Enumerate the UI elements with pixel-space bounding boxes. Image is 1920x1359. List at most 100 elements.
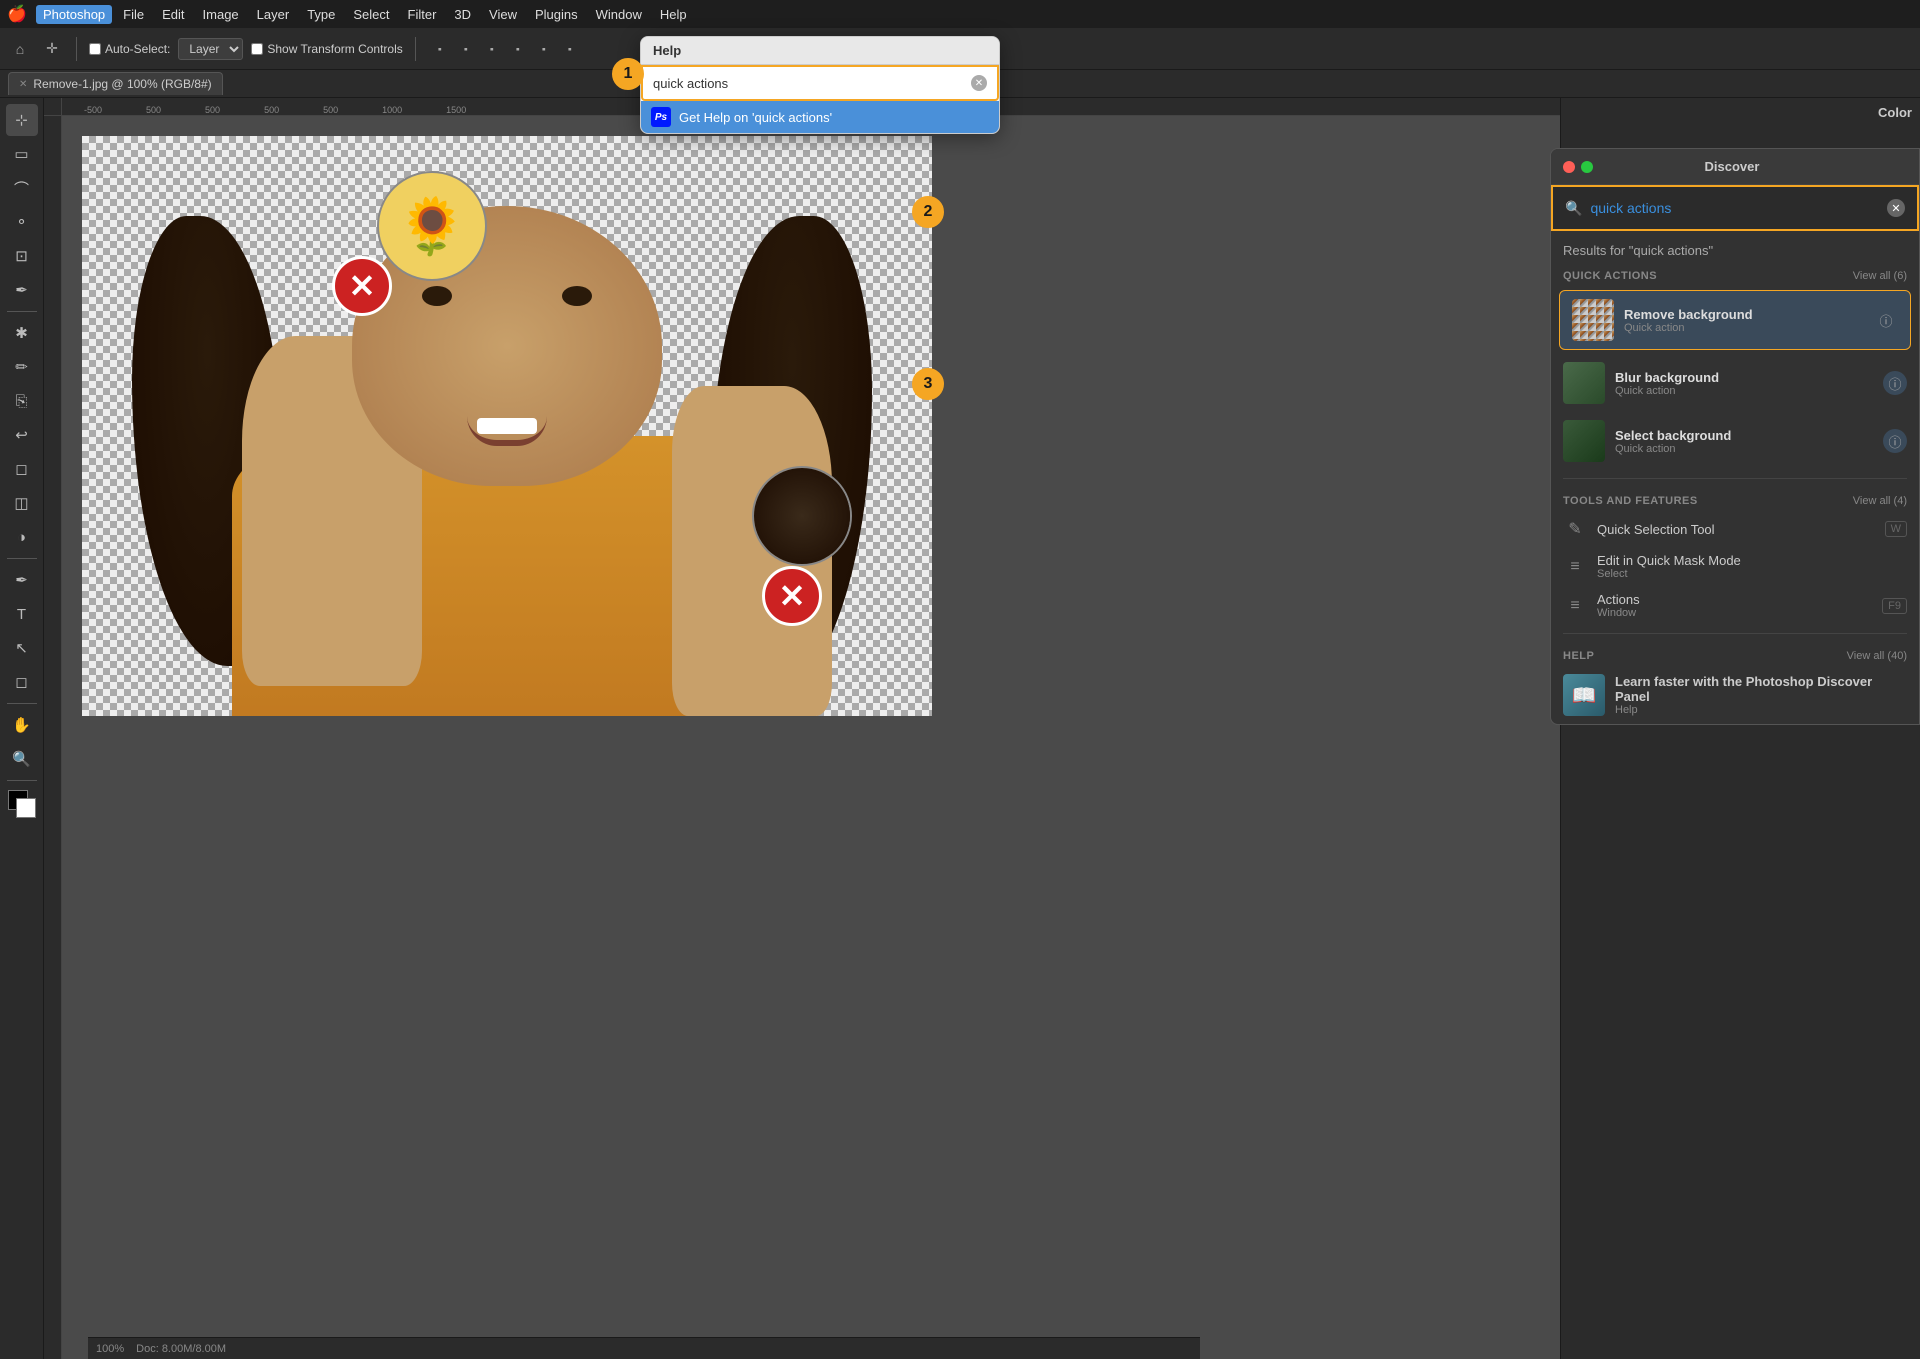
tab-close-icon[interactable]: ✕ — [19, 79, 27, 90]
align-top-icon[interactable]: ⬝ — [506, 37, 530, 61]
menu-file[interactable]: File — [116, 5, 151, 24]
help-search-clear-icon[interactable]: ✕ — [971, 75, 987, 91]
discover-search-input[interactable] — [1590, 200, 1879, 216]
move-tool[interactable]: ⊹ — [6, 104, 38, 136]
transform-checkbox[interactable]: Show Transform Controls — [251, 42, 402, 56]
ruler-ticks: -500 500 500 500 500 1000 1500 — [80, 98, 510, 115]
lasso-tool[interactable]: ⌒ — [6, 172, 38, 204]
ruler-tick: 1000 — [382, 105, 402, 115]
healing-brush-tool[interactable]: ✱ — [6, 317, 38, 349]
discover-results-label: Results for "quick actions" — [1551, 231, 1919, 262]
eraser-tool[interactable]: ◻ — [6, 453, 38, 485]
blur-bg-sub: Quick action — [1615, 385, 1873, 397]
crop-tool[interactable]: ⊡ — [6, 240, 38, 272]
rectangular-marquee-tool[interactable]: ▭ — [6, 138, 38, 170]
help-thumb: 📖 — [1563, 674, 1605, 716]
ruler-corner — [44, 98, 62, 116]
apple-logo-icon[interactable]: 🍎 — [8, 5, 26, 23]
canvas-container: -500 500 500 500 500 1000 1500 — [44, 98, 1560, 1359]
discover-panel: Discover 🔍 ✕ Results for "quick actions"… — [1550, 148, 1920, 725]
document-tab[interactable]: ✕ Remove-1.jpg @ 100% (RGB/8#) — [8, 72, 223, 95]
auto-select-input[interactable] — [89, 43, 101, 55]
help-result-item[interactable]: Ps Get Help on 'quick actions' — [641, 101, 999, 133]
blur-bg-title: Blur background — [1615, 370, 1873, 385]
auto-select-label: Auto-Select: — [105, 42, 170, 56]
menu-image[interactable]: Image — [196, 5, 246, 24]
quick-selection-tool-text: Quick Selection Tool — [1597, 522, 1875, 537]
brush-tool[interactable]: ✏ — [6, 351, 38, 383]
help-result-label: Get Help on 'quick actions' — [679, 110, 832, 125]
hand-tool[interactable]: ✋ — [6, 709, 38, 741]
menu-3d[interactable]: 3D — [447, 5, 478, 24]
move-tool-icon[interactable]: ✛ — [40, 37, 64, 61]
ruler-tick: 500 — [264, 105, 279, 115]
menu-help[interactable]: Help — [653, 5, 694, 24]
home-icon[interactable]: ⌂ — [8, 37, 32, 61]
color-swatch[interactable] — [8, 790, 36, 818]
menu-type[interactable]: Type — [300, 5, 342, 24]
menu-filter[interactable]: Filter — [401, 5, 444, 24]
quick-selection-tool-item[interactable]: ✎ Quick Selection Tool W — [1551, 511, 1919, 547]
actions-item[interactable]: ≡ Actions Window F9 — [1551, 586, 1919, 625]
remove-bg-info-button[interactable]: ⓘ — [1874, 308, 1898, 332]
background-color[interactable] — [16, 798, 36, 818]
layer-select[interactable]: Layer — [178, 38, 243, 60]
align-center-h-icon[interactable]: ⬝ — [454, 37, 478, 61]
transform-label: Show Transform Controls — [267, 42, 402, 56]
menu-plugins[interactable]: Plugins — [528, 5, 585, 24]
ruler-tick: 500 — [146, 105, 161, 115]
view-all-tools[interactable]: View all (4) — [1853, 495, 1907, 507]
ruler-tick: 1500 — [446, 105, 466, 115]
maximize-button[interactable] — [1581, 161, 1593, 173]
menu-edit[interactable]: Edit — [155, 5, 191, 24]
actions-shortcut: F9 — [1882, 598, 1907, 614]
transform-input[interactable] — [251, 43, 263, 55]
menu-layer[interactable]: Layer — [250, 5, 297, 24]
ruler-tick: 500 — [205, 105, 220, 115]
discover-search-clear-icon[interactable]: ✕ — [1887, 199, 1905, 217]
pen-tool[interactable]: ✒ — [6, 564, 38, 596]
close-button[interactable] — [1563, 161, 1575, 173]
clone-stamp-tool[interactable]: ⎘ — [6, 385, 38, 417]
discover-item-blur-background[interactable]: Blur background Quick action ⓘ — [1551, 354, 1919, 412]
toolbar-divider-2 — [415, 37, 416, 61]
gradient-tool[interactable]: ◫ — [6, 487, 38, 519]
discover-help-item[interactable]: 📖 Learn faster with the Photoshop Discov… — [1551, 666, 1919, 724]
align-center-v-icon[interactable]: ⬝ — [532, 37, 556, 61]
discover-item-remove-background[interactable]: Remove background Quick action ⓘ — [1559, 290, 1911, 350]
actions-text: Actions Window — [1597, 592, 1872, 619]
view-all-help[interactable]: View all (40) — [1847, 650, 1907, 662]
align-right-icon[interactable]: ⬝ — [480, 37, 504, 61]
discover-item-select-background[interactable]: Select background Quick action ⓘ — [1551, 412, 1919, 470]
annotation-badge-2: 2 — [912, 196, 944, 228]
zoom-tool[interactable]: 🔍 — [6, 743, 38, 775]
remove-bg-text: Remove background Quick action — [1624, 307, 1864, 334]
menu-photoshop[interactable]: Photoshop — [36, 5, 112, 24]
dodge-tool[interactable]: ◑ — [6, 521, 38, 553]
quick-mask-icon: ≡ — [1563, 555, 1587, 579]
quick-mask-mode-item[interactable]: ≡ Edit in Quick Mask Mode Select — [1551, 547, 1919, 586]
align-left-icon[interactable]: ⬝ — [428, 37, 452, 61]
help-popup-title: Help — [641, 37, 999, 65]
help-search-input[interactable] — [653, 76, 965, 91]
hair-circle — [752, 466, 852, 566]
menu-window[interactable]: Window — [589, 5, 649, 24]
text-tool[interactable]: T — [6, 598, 38, 630]
status-bar: 100% Doc: 8.00M/8.00M — [88, 1337, 1200, 1359]
eyedropper-tool[interactable]: ✒ — [6, 274, 38, 306]
menu-view[interactable]: View — [482, 5, 524, 24]
blur-bg-info-button[interactable]: ⓘ — [1883, 371, 1907, 395]
view-all-quick-actions[interactable]: View all (6) — [1853, 270, 1907, 282]
align-bottom-icon[interactable]: ⬝ — [558, 37, 582, 61]
discover-panel-title: Discover — [1705, 159, 1760, 174]
menu-select[interactable]: Select — [346, 5, 396, 24]
actions-icon: ≡ — [1563, 594, 1587, 618]
auto-select-checkbox[interactable]: Auto-Select: — [89, 42, 170, 56]
path-selection-tool[interactable]: ↖ — [6, 632, 38, 664]
canvas-area[interactable]: 🌻 ✕ ✕ — [62, 116, 1560, 1359]
history-brush-tool[interactable]: ↩ — [6, 419, 38, 451]
shape-tool[interactable]: ◻ — [6, 666, 38, 698]
select-bg-info-button[interactable]: ⓘ — [1883, 429, 1907, 453]
quick-selection-tool[interactable]: ⚬ — [6, 206, 38, 238]
quick-mask-text: Edit in Quick Mask Mode Select — [1597, 553, 1907, 580]
